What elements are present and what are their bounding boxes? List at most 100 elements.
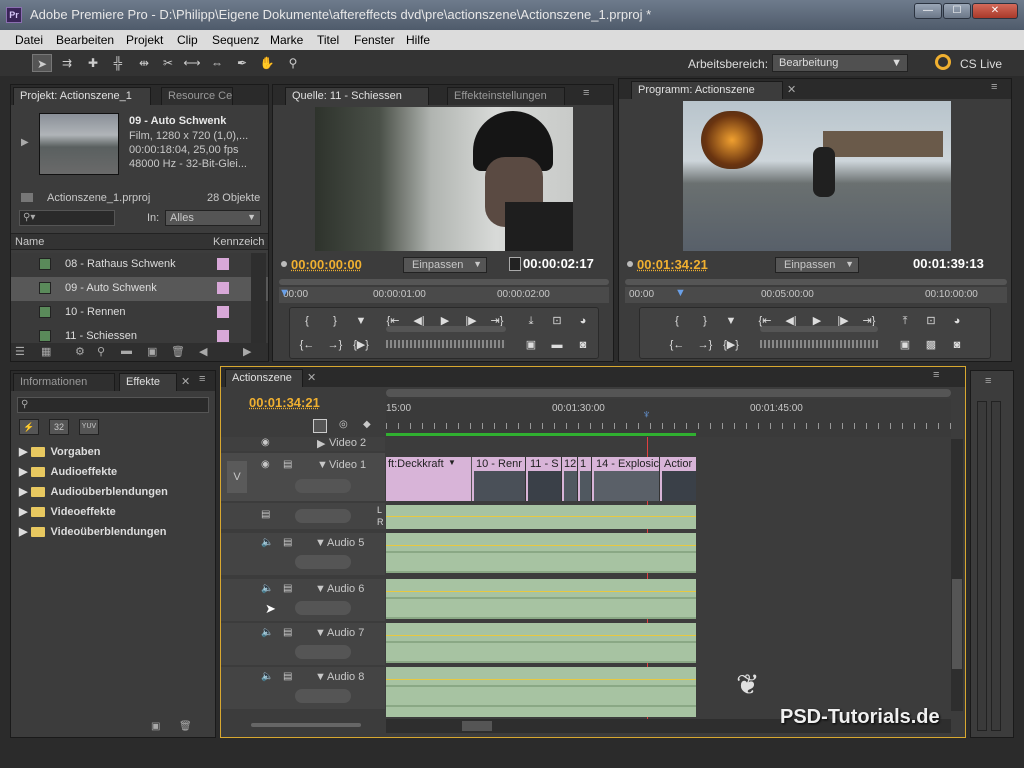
32bit-button[interactable]: 32	[49, 419, 69, 435]
project-search-input[interactable]: ⚲▾	[19, 210, 115, 226]
source-timecode[interactable]: 00:00:00:00	[291, 257, 362, 272]
camera-icon[interactable]: ◙	[572, 336, 594, 354]
collapse-triangle-icon[interactable]: ▼	[315, 583, 326, 595]
list-item[interactable]: 09 - Auto Schwenk	[11, 277, 268, 301]
program-timecode[interactable]: 00:01:34:21	[637, 257, 708, 272]
eye-icon[interactable]: ◉	[261, 459, 270, 470]
add-marker-icon[interactable]: ▼	[720, 312, 742, 330]
playhead-icon[interactable]: ♆	[642, 407, 651, 421]
new-item-icon[interactable]: ▣	[147, 345, 157, 358]
menu-fenster[interactable]: Fenster	[354, 33, 395, 47]
timeline-v-scrollbar[interactable]	[951, 439, 963, 711]
output-icon[interactable]: ▣	[520, 336, 542, 354]
tab-sequence[interactable]: Actionszene	[225, 369, 303, 387]
slip-tool-icon[interactable]: ⟷	[182, 54, 202, 72]
lock-icon[interactable]: ▤	[283, 537, 292, 548]
new-bin-icon[interactable]: ▬	[121, 345, 132, 357]
audio-4-clip[interactable]	[386, 505, 696, 529]
play-in-to-out-icon[interactable]: {▶}	[350, 336, 372, 354]
target-v-button[interactable]: V	[227, 461, 247, 493]
lift-icon[interactable]: ⤒	[894, 312, 916, 330]
keyframe-navigator[interactable]	[295, 555, 351, 569]
program-zoom-bar[interactable]	[625, 279, 1007, 285]
add-marker-icon[interactable]: ▼	[350, 312, 372, 330]
go-to-next-icon[interactable]: →}	[694, 336, 716, 354]
list-item[interactable]: ▶ Vorgaben	[11, 445, 215, 465]
expand-triangle-icon[interactable]: ▶	[317, 437, 325, 450]
panel-menu-icon[interactable]: ≡	[583, 87, 589, 99]
keyframe-navigator[interactable]	[295, 479, 351, 493]
menu-titel[interactable]: Titel	[317, 33, 339, 47]
add-marker-icon[interactable]: ◎	[339, 419, 348, 430]
export-frame-icon[interactable]: ◕	[946, 312, 968, 330]
export-frame-icon[interactable]: ◕	[572, 312, 594, 330]
speaker-icon[interactable]: 🔈	[261, 583, 273, 594]
close-icon[interactable]: ✕	[787, 83, 796, 96]
safe-margins-icon[interactable]: ⊡	[546, 312, 568, 330]
in-select[interactable]: Alles ▼	[165, 210, 261, 226]
go-to-next-icon[interactable]: →}	[324, 336, 346, 354]
trim-icon[interactable]: ▣	[894, 336, 916, 354]
tab-effects[interactable]: Effekte	[119, 373, 177, 391]
tab-program[interactable]: Programm: Actionszene	[631, 81, 783, 99]
lock-icon[interactable]: ▤	[283, 583, 292, 594]
collapse-triangle-icon[interactable]: ▼	[315, 671, 326, 683]
menu-bearbeiten[interactable]: Bearbeiten	[56, 33, 114, 47]
list-item[interactable]: ▶ Videoeffekte	[11, 505, 215, 525]
scroll-right-icon[interactable]: ▶	[243, 345, 251, 358]
insert-icon[interactable]: ⤓	[520, 312, 542, 330]
video-clip[interactable]: 14 - Explosic	[594, 457, 660, 501]
list-item[interactable]: 08 - Rathaus Schwenk	[11, 253, 268, 277]
cs-live-button[interactable]: CS Live	[960, 57, 1002, 71]
speaker-icon[interactable]: 🔈	[261, 537, 273, 548]
tab-project[interactable]: Projekt: Actionszene_1	[13, 87, 151, 105]
go-to-prev-icon[interactable]: {←	[666, 336, 688, 354]
rate-stretch-tool-icon[interactable]: ⇹	[134, 54, 154, 72]
panel-menu-icon[interactable]: ≡	[933, 369, 939, 381]
video-clip[interactable]: 12	[564, 457, 578, 501]
playhead-icon[interactable]: ▼	[279, 287, 290, 299]
menu-datei[interactable]: Datei	[15, 33, 43, 47]
cs-live-icon[interactable]	[935, 54, 951, 70]
lock-icon[interactable]: ▤	[283, 459, 292, 470]
safe-margins-icon[interactable]: ⊡	[920, 312, 942, 330]
timeline-timecode[interactable]: 00:01:34:21	[249, 395, 320, 410]
program-ruler[interactable]: 00:00 00:05:00:00 00:10:00:00 ▼	[625, 287, 1007, 303]
play-in-to-out-icon[interactable]: {▶}	[720, 336, 742, 354]
jog-shuttle[interactable]	[760, 340, 878, 348]
list-item[interactable]: 11 - Schiessen	[11, 325, 268, 343]
slide-tool-icon[interactable]: ⇔	[207, 54, 227, 72]
video-clip[interactable]: Actior	[662, 457, 696, 501]
menu-hilfe[interactable]: Hilfe	[406, 33, 430, 47]
program-fit-select[interactable]: Einpassen ▼	[775, 257, 859, 273]
panel-menu-icon[interactable]: ≡	[991, 81, 997, 93]
jog-shuttle[interactable]	[386, 340, 506, 348]
snap-icon[interactable]	[313, 419, 327, 433]
icon-view-icon[interactable]: ▦	[41, 345, 51, 358]
menu-projekt[interactable]: Projekt	[126, 33, 163, 47]
shuttle-slider[interactable]	[760, 326, 878, 332]
overwrite-icon[interactable]: ▬	[546, 336, 568, 354]
source-ruler[interactable]: 00:00 00:00:01:00 00:00:02:00 ▼	[279, 287, 609, 303]
menu-clip[interactable]: Clip	[177, 33, 198, 47]
workspace-select[interactable]: Bearbeitung ▼	[772, 54, 908, 72]
speaker-icon[interactable]: ▤	[261, 509, 270, 520]
tab-effect-controls[interactable]: Effekteinstellungen	[447, 87, 565, 105]
lock-icon[interactable]: ▤	[283, 627, 292, 638]
tab-source[interactable]: Quelle: 11 - Schiessen	[285, 87, 429, 105]
razor-tool-icon[interactable]: ✂	[158, 54, 178, 72]
list-item[interactable]: ▶ Videoüberblendungen	[11, 525, 215, 545]
audio-5-clip[interactable]	[386, 533, 696, 573]
scrollbar-thumb[interactable]	[462, 721, 492, 731]
keyframe-navigator[interactable]	[295, 509, 351, 523]
list-item[interactable]: 10 - Rennen	[11, 301, 268, 325]
mark-out-icon[interactable]: }	[324, 312, 346, 330]
accelerated-effects-icon[interactable]: ⚡	[19, 419, 39, 435]
close-icon[interactable]: ✕	[181, 375, 190, 388]
project-scrollbar[interactable]	[251, 253, 266, 343]
zoom-slider[interactable]	[251, 723, 361, 727]
menu-marke[interactable]: Marke	[270, 33, 303, 47]
selection-tool-icon[interactable]: ➤	[32, 54, 52, 72]
track-select-tool-icon[interactable]: ⇉	[57, 54, 77, 72]
audio-8-clip[interactable]	[386, 667, 696, 717]
